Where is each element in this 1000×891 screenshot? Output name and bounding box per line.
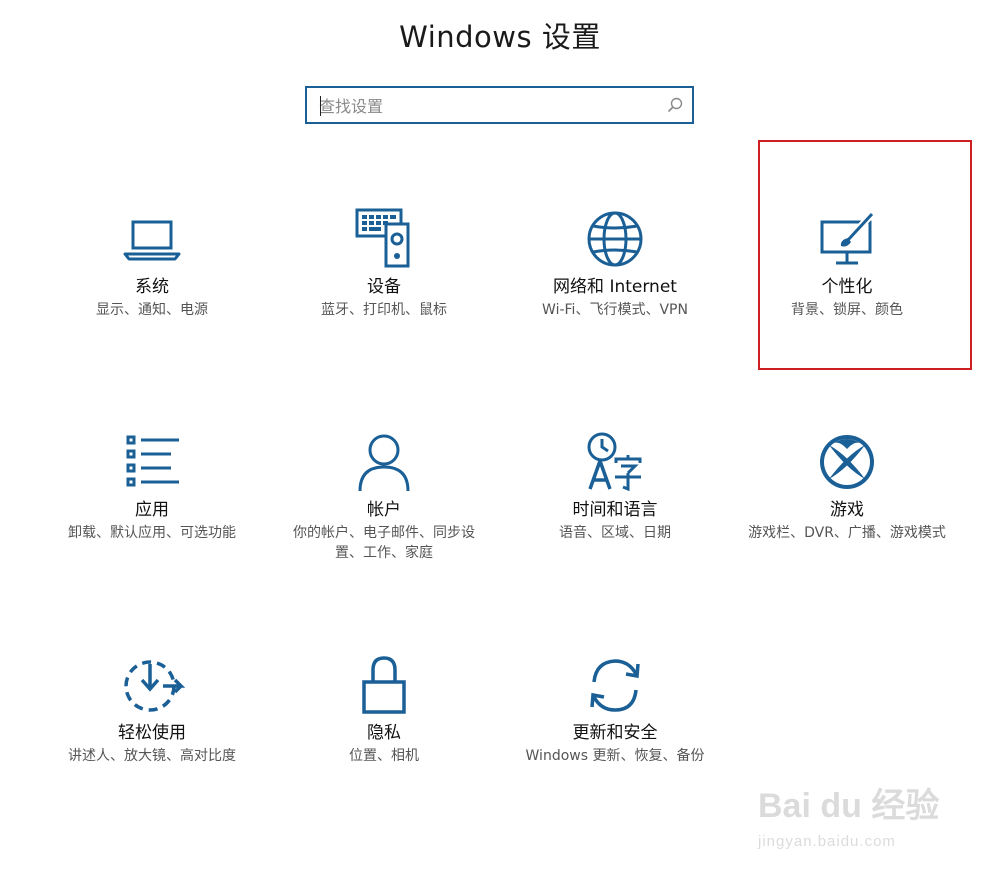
tile-description: 语音、区域、日期 [559,525,671,541]
sync-arrows-icon [590,659,640,712]
tile-network[interactable]: 网络和 Internet Wi-Fi、飞行模式、VPN [510,206,720,320]
tile-apps[interactable]: 应用 卸载、默认应用、可选功能 [47,429,257,543]
tile-name: 更新和安全 [572,723,658,743]
search-box[interactable] [305,86,694,124]
tile-description: 讲述人、放大镜、高对比度 [68,748,236,764]
tile-time-language[interactable]: 时间和语言 语音、区域、日期 [510,429,720,543]
tile-privacy[interactable]: 隐私 位置、相机 [279,652,489,766]
keyboard-speaker-icon [355,208,410,268]
highlight-box [758,140,972,370]
lock-icon [362,656,406,714]
tile-update-security[interactable]: 更新和安全 Windows 更新、恢复、备份 [510,652,720,766]
tile-description: 位置、相机 [349,748,419,764]
tile-ease-of-access[interactable]: 轻松使用 讲述人、放大镜、高对比度 [47,652,257,766]
tile-description: 显示、通知、电源 [96,302,208,318]
text-caret [320,96,321,116]
tile-name: 帐户 [367,500,401,520]
tile-description: 蓝牙、打印机、鼠标 [321,302,447,318]
tile-name: 系统 [135,277,169,297]
tile-gaming[interactable]: 游戏 游戏栏、DVR、广播、游戏模式 [742,429,952,543]
tile-description: Wi-Fi、飞行模式、VPN [542,302,688,318]
search-icon[interactable] [666,96,684,114]
tile-name: 应用 [135,500,169,520]
tile-name: 时间和语言 [572,500,658,520]
tile-description: Windows 更新、恢复、备份 [525,748,705,764]
tile-name: 隐私 [367,723,401,743]
baidu-watermark: Bai du 经验 jingyan.baidu.com [758,778,958,878]
tile-accounts[interactable]: 帐户 你的帐户、电子邮件、同步设置、工作、家庭 [279,429,489,563]
tile-name: 网络和 Internet [553,277,677,297]
tile-description: 游戏栏、DVR、广播、游戏模式 [748,525,946,541]
search-input[interactable] [319,94,659,118]
watermark-url: jingyan.baidu.com [758,833,896,850]
tile-description: 你的帐户、电子邮件、同步设置、工作、家庭 [293,525,475,561]
clock-language-icon [587,432,642,492]
ease-of-access-icon [124,660,185,712]
watermark-brand: Bai du 经验 [758,787,940,825]
app-list-icon [126,435,179,487]
tile-name: 设备 [367,277,401,297]
globe-icon [587,211,643,267]
settings-window: Windows 设置 系统 显示、通知、电源 设备 [0,0,1000,891]
tile-description: 卸载、默认应用、可选功能 [68,525,236,541]
tile-devices[interactable]: 设备 蓝牙、打印机、鼠标 [279,206,489,320]
tile-name: 游戏 [830,500,864,520]
person-icon [358,434,410,492]
tile-name: 轻松使用 [118,723,186,743]
xbox-icon [820,435,874,489]
tile-system[interactable]: 系统 显示、通知、电源 [47,206,257,320]
page-title: Windows 设置 [399,20,601,54]
laptop-icon [123,220,181,261]
